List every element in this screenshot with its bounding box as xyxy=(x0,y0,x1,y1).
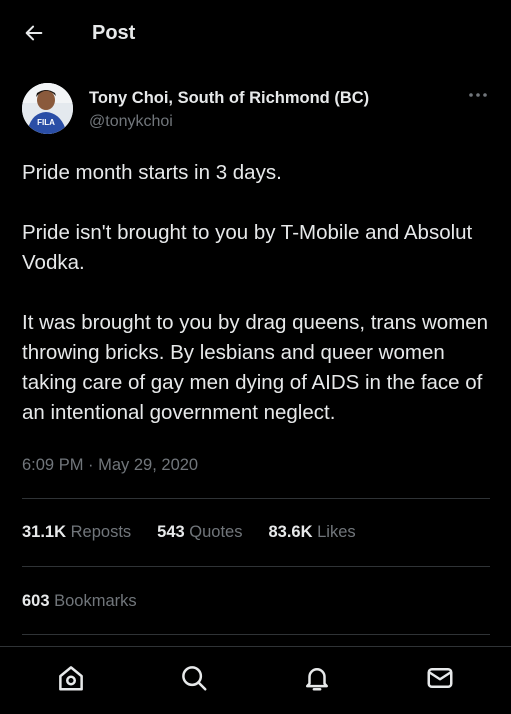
bottom-tab-bar xyxy=(0,646,511,714)
tab-search[interactable] xyxy=(164,656,224,706)
shirt-logo: FILA xyxy=(37,118,55,127)
quotes-stat[interactable]: 543 Quotes xyxy=(157,523,242,542)
tab-messages[interactable] xyxy=(410,656,470,706)
post-paragraph: It was brought to you by drag queens, tr… xyxy=(22,311,489,424)
back-arrow-icon[interactable] xyxy=(22,21,46,45)
home-icon xyxy=(56,663,86,698)
top-bar: Post xyxy=(0,0,511,66)
search-icon xyxy=(179,663,209,698)
reposts-count: 31.1K xyxy=(22,523,67,541)
divider xyxy=(22,566,490,567)
avatar[interactable]: FILA xyxy=(22,83,73,134)
post-timestamp[interactable]: 6:09 PM · May 29, 2020 xyxy=(22,456,198,475)
tab-notifications[interactable] xyxy=(287,656,347,706)
tab-home[interactable] xyxy=(41,656,101,706)
bell-icon xyxy=(302,663,332,698)
quotes-count: 543 xyxy=(157,523,185,541)
bookmarks-count: 603 xyxy=(22,592,50,610)
post-paragraph: Pride month starts in 3 days. xyxy=(22,161,282,184)
reposts-stat[interactable]: 31.1K Reposts xyxy=(22,523,131,542)
quotes-label: Quotes xyxy=(189,523,243,541)
post-text: Pride month starts in 3 days. Pride isn'… xyxy=(22,158,490,428)
likes-label: Likes xyxy=(317,523,356,541)
bookmarks-label: Bookmarks xyxy=(54,592,137,610)
post-paragraph: Pride isn't brought to you by T-Mobile a… xyxy=(22,221,473,274)
divider xyxy=(22,498,490,499)
mail-icon xyxy=(425,663,455,698)
engagement-stats: 31.1K Reposts 543 Quotes 83.6K Likes xyxy=(22,523,356,542)
likes-stat[interactable]: 83.6K Likes xyxy=(268,523,355,542)
more-options-icon[interactable] xyxy=(467,87,489,103)
author-handle[interactable]: @tonykchoi xyxy=(89,113,173,131)
divider xyxy=(22,634,490,635)
post-author: FILA Tony Choi, South of Richmond (BC) @… xyxy=(22,83,489,139)
author-name[interactable]: Tony Choi, South of Richmond (BC) xyxy=(89,89,369,108)
bookmarks-stat[interactable]: 603 Bookmarks xyxy=(22,592,137,611)
likes-count: 83.6K xyxy=(268,523,313,541)
page-title: Post xyxy=(92,21,136,44)
reposts-label: Reposts xyxy=(70,523,132,541)
